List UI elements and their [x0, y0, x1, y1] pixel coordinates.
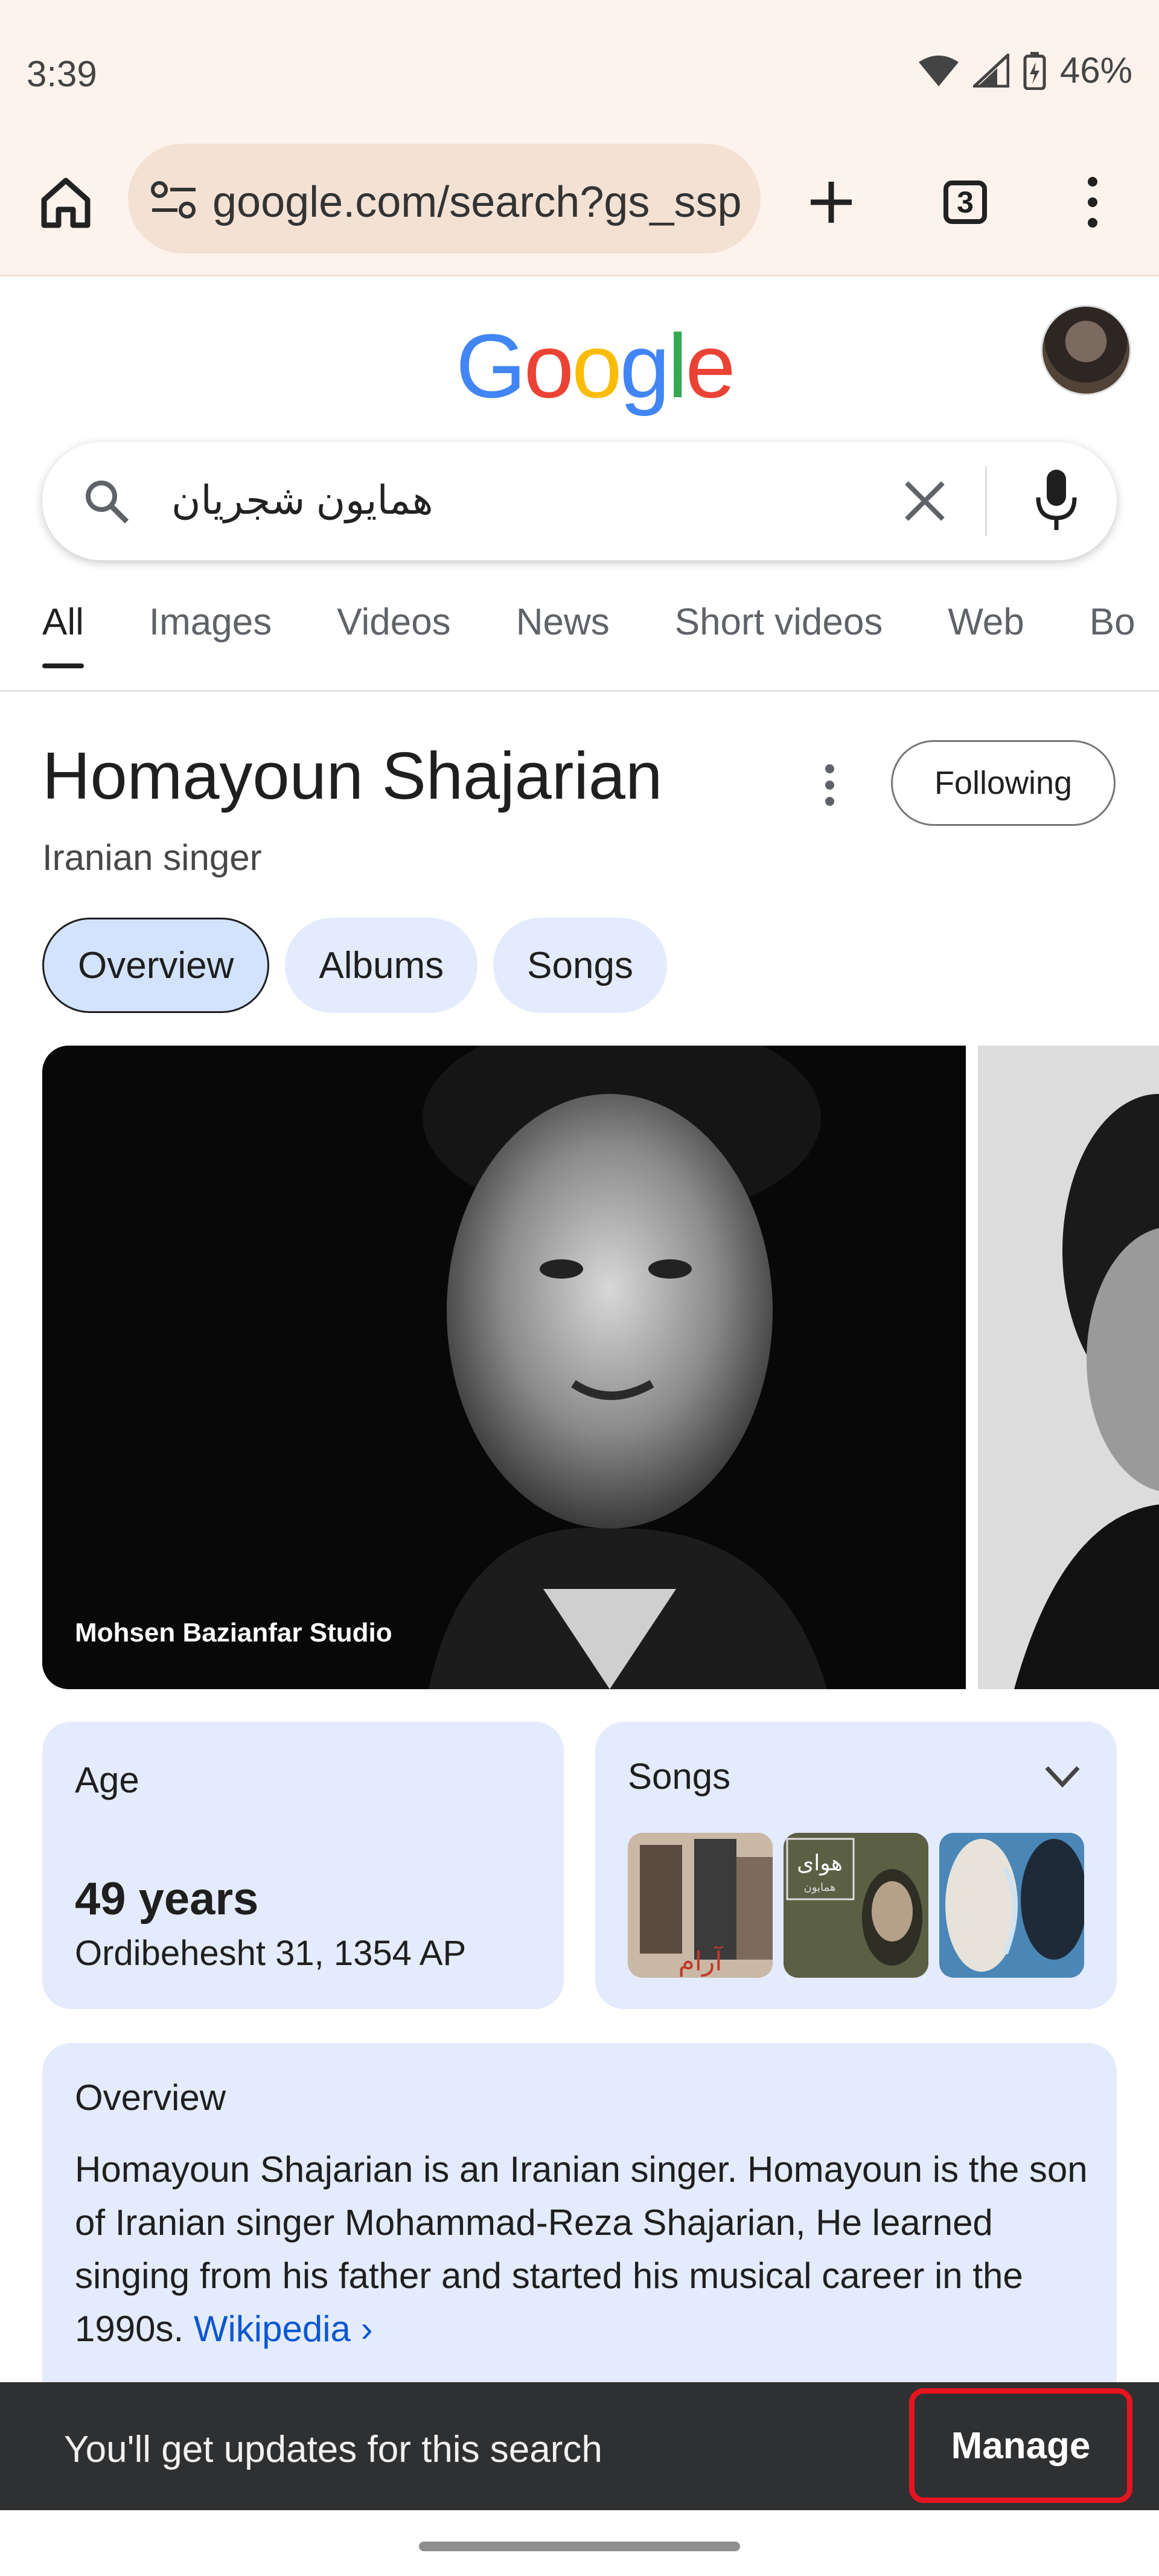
chevron-right-icon: › — [360, 2309, 373, 2349]
age-card[interactable]: Age 49 years Ordibehesht 31, 1354 AP — [42, 1722, 564, 2009]
entity-chips: Overview Albums Songs — [42, 918, 667, 1013]
thumb-title: هوای — [797, 1851, 843, 1876]
snackbar: You'll get updates for this search Manag… — [0, 2382, 1159, 2510]
status-bar: 3:39 46% — [0, 0, 1159, 133]
status-time: 3:39 — [27, 54, 97, 94]
song-thumbnail[interactable]: آرام — [628, 1833, 773, 1978]
battery-percent: 46% — [1059, 50, 1132, 91]
chip-albums[interactable]: Albums — [285, 918, 478, 1013]
overview-text: Homayoun Shajarian is an Iranian singer.… — [75, 2143, 1089, 2356]
plus-icon — [811, 182, 852, 223]
age-label: Age — [75, 1760, 139, 1800]
account-avatar[interactable] — [1041, 305, 1131, 395]
close-icon[interactable] — [899, 476, 950, 526]
manage-button[interactable]: Manage — [909, 2388, 1132, 2503]
gesture-handle[interactable] — [419, 2542, 740, 2551]
home-icon — [41, 177, 91, 228]
logo-letter: G — [456, 315, 526, 417]
tabs-divider — [0, 690, 1159, 692]
song-thumbnail[interactable] — [939, 1833, 1084, 1978]
following-button[interactable]: Following — [891, 740, 1116, 826]
wikipedia-link-label: Wikipedia — [193, 2309, 351, 2349]
gesture-nav-area — [0, 2510, 1159, 2576]
tab-news[interactable]: News — [516, 601, 610, 661]
url-bar[interactable]: google.com/search?gs_ssp — [128, 144, 761, 254]
wifi-icon — [918, 55, 959, 86]
tab-web[interactable]: Web — [948, 601, 1024, 661]
search-input[interactable]: همایون شجریان — [171, 477, 433, 523]
thumb-subtitle: همایون — [804, 1881, 836, 1894]
tab-all[interactable]: All — [42, 601, 84, 668]
birth-date: Ordibehesht 31, 1354 AP — [75, 1934, 467, 1973]
chip-songs[interactable]: Songs — [493, 918, 667, 1013]
search-divider — [985, 466, 987, 536]
search-icon[interactable] — [82, 477, 130, 525]
home-button[interactable] — [33, 169, 99, 235]
logo-letter: g — [619, 315, 670, 417]
songs-label: Songs — [628, 1756, 731, 1797]
portrait-image — [42, 1046, 966, 1689]
overview-card: Overview Homayoun Shajarian is an Irania… — [42, 2043, 1117, 2417]
entity-subtitle: Iranian singer — [42, 837, 262, 878]
battery-icon — [1023, 51, 1046, 90]
logo-letter: o — [572, 315, 622, 417]
tab-switcher-button[interactable]: 3 — [932, 169, 998, 235]
logo-letter: o — [523, 315, 574, 417]
tab-short-videos[interactable]: Short videos — [675, 601, 883, 661]
signal-icon — [972, 53, 1009, 88]
tab-videos[interactable]: Videos — [337, 601, 450, 661]
entity-main-image[interactable]: Mohsen Bazianfar Studio — [42, 1046, 966, 1689]
tab-images[interactable]: Images — [149, 601, 272, 661]
tune-icon[interactable] — [150, 179, 198, 221]
chevron-down-icon[interactable] — [1043, 1762, 1082, 1791]
image-credit: Mohsen Bazianfar Studio — [75, 1618, 392, 1648]
browser-toolbar: google.com/search?gs_ssp 3 — [0, 133, 1159, 276]
song-thumbnail[interactable]: هوای همایون — [784, 1833, 928, 1978]
more-vert-icon — [1088, 177, 1097, 187]
songs-card[interactable]: Songs آرام هوای همایون — [595, 1722, 1117, 2009]
portrait-image — [978, 1046, 1159, 1689]
browser-menu-button[interactable] — [1068, 169, 1117, 235]
url-text[interactable]: google.com/search?gs_ssp — [212, 177, 744, 227]
wikipedia-link[interactable]: Wikipedia › — [194, 2309, 373, 2349]
entity-more-button[interactable] — [817, 761, 841, 809]
logo-letter: l — [668, 315, 688, 417]
entity-title: Homayoun Shajarian — [42, 739, 663, 813]
thumb-title: آرام — [678, 1945, 724, 1977]
more-vert-icon — [825, 764, 834, 773]
mic-icon[interactable] — [1032, 467, 1081, 534]
search-tabs: All Images Videos News Short videos Web … — [42, 601, 1159, 668]
new-tab-button[interactable] — [798, 169, 864, 235]
song-thumbnails: آرام هوای همایون — [628, 1833, 1084, 1978]
tabs-icon: 3 — [943, 181, 987, 224]
logo-letter: e — [685, 315, 735, 417]
chip-overview[interactable]: Overview — [42, 918, 270, 1013]
status-icons: 46% — [918, 50, 1132, 91]
search-box[interactable]: همایون شجریان — [42, 442, 1117, 560]
tab-books[interactable]: Bo — [1090, 601, 1135, 661]
overview-label: Overview — [75, 2077, 226, 2118]
entity-secondary-image[interactable] — [978, 1046, 1159, 1689]
age-value: 49 years — [75, 1873, 259, 1925]
snackbar-message: You'll get updates for this search — [64, 2429, 602, 2470]
google-logo[interactable]: Google — [456, 314, 736, 418]
